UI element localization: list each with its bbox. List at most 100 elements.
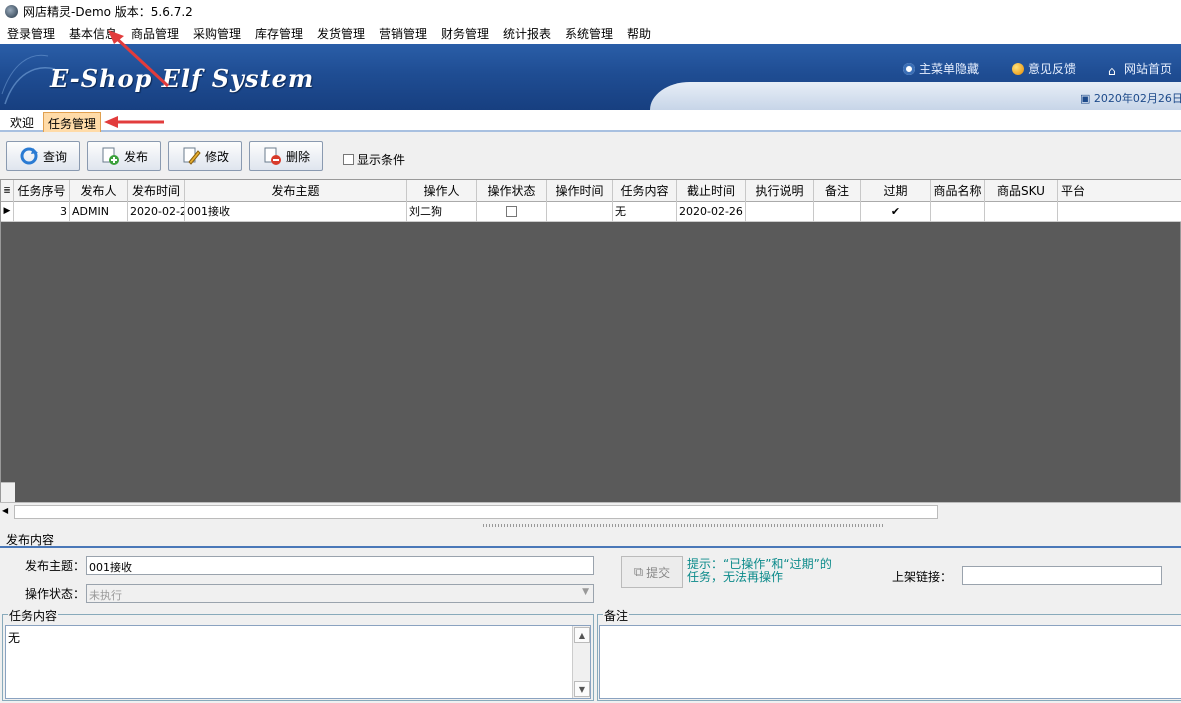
column-header[interactable]: 任务序号 <box>14 180 70 202</box>
cell-sku[interactable] <box>985 202 1058 222</box>
menu-list-icon <box>903 63 915 75</box>
scroll-left-icon[interactable]: ◀ <box>2 506 8 515</box>
toolbar: 查询 发布 修改 删除 显示条件 <box>0 134 1181 178</box>
publish-button[interactable]: 发布 <box>87 141 161 171</box>
column-header[interactable]: 商品名称 <box>931 180 985 202</box>
column-header[interactable]: 商品SKU <box>985 180 1058 202</box>
delete-document-icon <box>264 147 281 165</box>
tab-task-management[interactable]: 任务管理 <box>43 112 102 132</box>
feedback-link[interactable]: 意见反馈 <box>1012 60 1076 77</box>
tab-welcome[interactable]: 欢迎 <box>6 112 38 132</box>
query-label: 查询 <box>42 149 67 164</box>
home-icon: ⌂ <box>1108 64 1116 78</box>
cell-deadline[interactable]: 2020-02-26 <box>677 202 746 222</box>
column-header[interactable]: 发布时间 <box>128 180 185 202</box>
task-grid: ≣ 任务序号 发布人 发布时间 发布主题 操作人 操作状态 操作时间 任务内容 … <box>0 179 1181 519</box>
listing-link-input[interactable] <box>962 566 1162 585</box>
hint-text: 提示：“已操作”和“过期”的 任务，无法再操作 <box>687 558 832 584</box>
column-header[interactable]: 发布人 <box>70 180 128 202</box>
scroll-up-icon[interactable]: ▲ <box>574 627 590 643</box>
cell-publish-time[interactable]: 2020-02-2 <box>128 202 185 222</box>
edit-document-icon <box>183 147 201 165</box>
query-button[interactable]: 查询 <box>6 141 80 171</box>
title-bar: 网店精灵-Demo 版本：5.6.7.2 <box>0 0 1181 22</box>
show-conditions-label: 显示条件 <box>357 153 406 167</box>
splitter[interactable] <box>0 520 1181 530</box>
delete-label: 删除 <box>285 149 310 164</box>
edit-label: 修改 <box>204 149 229 164</box>
column-header[interactable]: 平台 <box>1058 180 1181 202</box>
calendar-icon: ▣ <box>1080 92 1094 105</box>
detail-section-header: 发布内容 <box>0 530 1181 548</box>
cell-content[interactable]: 无 <box>613 202 677 222</box>
subject-label: 发布主题： <box>25 559 86 573</box>
cell-op-time[interactable] <box>547 202 613 222</box>
status-label: 操作状态： <box>25 587 86 601</box>
column-header[interactable]: 执行说明 <box>746 180 814 202</box>
date-text: 2020年02月26日 <box>1093 92 1181 105</box>
status-select[interactable]: 未执行 ▼ <box>86 584 594 603</box>
grid-header: ≣ 任务序号 发布人 发布时间 发布主题 操作人 操作状态 操作时间 任务内容 … <box>1 180 1181 202</box>
cell-publisher[interactable]: ADMIN <box>70 202 128 222</box>
menu-finance[interactable]: 财务管理 <box>441 25 489 42</box>
grid-corner <box>1 482 15 503</box>
menu-shipping[interactable]: 发货管理 <box>317 25 365 42</box>
feedback-label: 意见反馈 <box>1028 62 1077 76</box>
cell-remark[interactable] <box>814 202 861 222</box>
vertical-scrollbar[interactable]: ▲ ▼ <box>572 626 590 698</box>
hint-line-2: 任务，无法再操作 <box>687 570 784 584</box>
column-header[interactable]: 截止时间 <box>677 180 746 202</box>
cell-operator[interactable]: 刘二狗 <box>407 202 477 222</box>
column-chooser-icon[interactable]: ≣ <box>1 180 14 202</box>
scroll-thumb[interactable] <box>14 505 938 519</box>
table-row[interactable]: ▶ 3 ADMIN 2020-02-2 001接收 刘二狗 无 2020-02-… <box>1 202 1181 222</box>
window-title: 网店精灵-Demo 版本：5.6.7.2 <box>23 5 193 19</box>
expired-checkmark-icon[interactable]: ✔ <box>891 205 900 218</box>
cell-expired[interactable]: ✔ <box>861 202 931 222</box>
cell-product-name[interactable] <box>931 202 985 222</box>
op-status-checkbox[interactable] <box>506 206 517 217</box>
remark-group-label: 备注 <box>603 607 630 624</box>
menu-purchase[interactable]: 采购管理 <box>193 25 241 42</box>
column-header[interactable]: 过期 <box>861 180 931 202</box>
hide-menu-label: 主菜单隐藏 <box>919 62 980 76</box>
menu-help[interactable]: 帮助 <box>627 25 651 42</box>
add-document-icon <box>102 147 119 165</box>
column-header[interactable]: 发布主题 <box>185 180 407 202</box>
show-conditions-checkbox[interactable] <box>343 154 354 165</box>
cell-subject[interactable]: 001接收 <box>185 202 407 222</box>
annotation-arrow-icon <box>104 116 164 128</box>
edit-button[interactable]: 修改 <box>168 141 242 171</box>
cell-exec-note[interactable] <box>746 202 814 222</box>
cell-task-id[interactable]: 3 <box>14 202 70 222</box>
row-indicator-icon: ▶ <box>1 202 14 222</box>
menu-inventory[interactable]: 库存管理 <box>255 25 303 42</box>
date-display: ▣ 2020年02月26日 <box>1080 90 1181 106</box>
submit-button[interactable]: ⧉ 提交 <box>621 556 683 588</box>
column-header[interactable]: 任务内容 <box>613 180 677 202</box>
hide-menu-link[interactable]: 主菜单隐藏 <box>903 60 979 77</box>
column-header[interactable]: 操作时间 <box>547 180 613 202</box>
annotation-arrow-icon <box>108 30 170 88</box>
show-conditions-toggle[interactable]: 显示条件 <box>343 151 405 168</box>
chevron-down-icon[interactable]: ▼ <box>582 587 589 597</box>
refresh-icon <box>20 147 38 165</box>
home-link[interactable]: ⌂ 网站首页 <box>1108 60 1172 77</box>
delete-button[interactable]: 删除 <box>249 141 323 171</box>
column-header[interactable]: 操作人 <box>407 180 477 202</box>
scroll-down-icon[interactable]: ▼ <box>574 681 590 697</box>
horizontal-scrollbar[interactable]: ◀ <box>0 502 1181 520</box>
menu-system[interactable]: 系统管理 <box>565 25 613 42</box>
status-select-value: 未执行 <box>89 589 122 602</box>
cell-platform[interactable] <box>1058 202 1181 222</box>
subject-input[interactable]: 001接收 <box>86 556 594 575</box>
splitter-grip[interactable] <box>483 524 883 527</box>
cell-op-status[interactable] <box>477 202 547 222</box>
column-header[interactable]: 备注 <box>814 180 861 202</box>
menu-reports[interactable]: 统计报表 <box>503 25 551 42</box>
task-content-textarea[interactable]: 无 ▲ ▼ <box>5 625 591 699</box>
menu-login[interactable]: 登录管理 <box>7 25 55 42</box>
remark-textarea[interactable] <box>599 625 1181 699</box>
column-header[interactable]: 操作状态 <box>477 180 547 202</box>
menu-marketing[interactable]: 营销管理 <box>379 25 427 42</box>
